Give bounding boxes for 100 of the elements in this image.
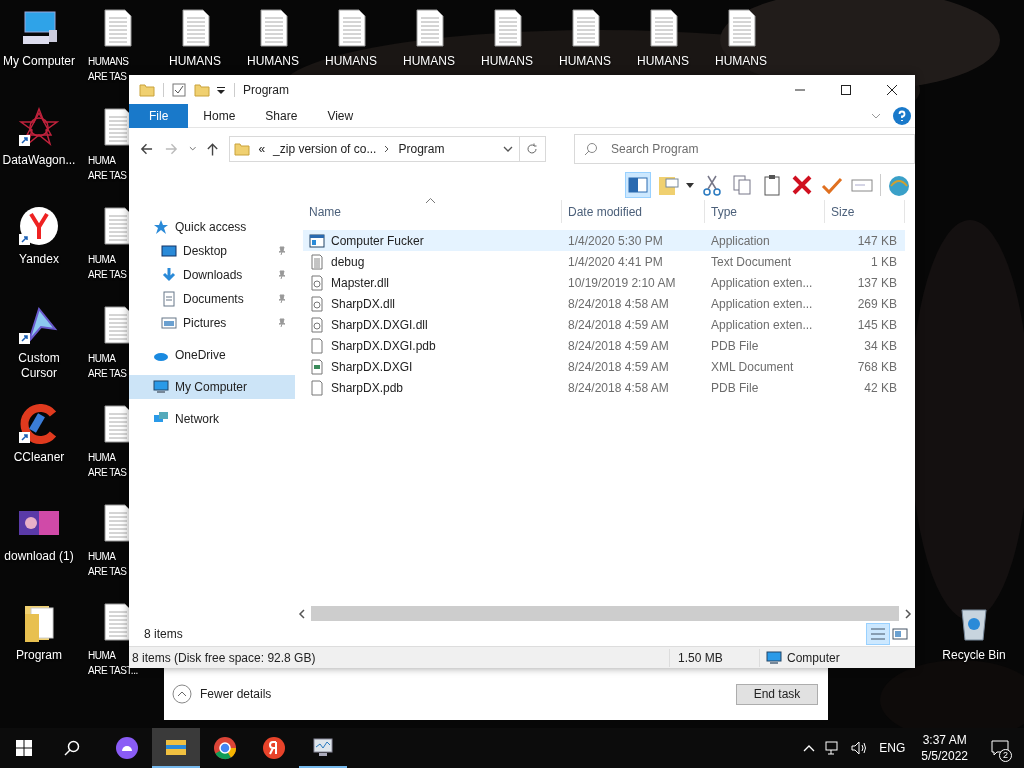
desktop-icon-label[interactable]: Custom: [18, 351, 60, 366]
nav-item[interactable]: Desktop: [129, 239, 295, 263]
desktop-icon-label[interactable]: HUMANS: [481, 54, 533, 69]
desktop-icon-label[interactable]: HUMANS: [403, 54, 455, 69]
ribbon-tab[interactable]: Share: [250, 103, 313, 128]
ribbon-tab[interactable]: Home: [188, 103, 251, 128]
desktop-icon-label[interactable]: download (1): [4, 549, 74, 564]
language-indicator[interactable]: ENG: [879, 739, 906, 757]
dropdown-icon[interactable]: [216, 84, 226, 95]
globe-icon[interactable]: [887, 173, 911, 197]
column-header[interactable]: Name: [303, 200, 562, 223]
desktop-icon-label[interactable]: Recycle Bin: [942, 648, 1006, 663]
file-row[interactable]: SharpDX.DXGI.dll 8/24/2018 4:59 AM Application exten... 145 KB: [303, 314, 905, 335]
search-field[interactable]: Search Program: [574, 134, 915, 164]
type-cell-text: Application: [710, 232, 771, 250]
file-name: SharpDX.DXGI.dll: [331, 316, 428, 334]
desktop-icon-label[interactable]: HUMANS: [325, 54, 377, 69]
desktop-icon-label[interactable]: HUMA: [88, 252, 116, 267]
nav-item[interactable]: Documents: [129, 287, 295, 311]
chevron-icon[interactable]: [871, 111, 881, 120]
fewer-details-link[interactable]: Fewer details: [200, 685, 736, 703]
overflow-chevron[interactable]: «: [258, 140, 266, 158]
column-header[interactable]: Type: [705, 200, 825, 223]
clock[interactable]: 3:37 AM 5/5/2022: [921, 732, 968, 764]
breadcrumb[interactable]: Program: [398, 140, 445, 158]
desktop-icon-label[interactable]: CCleaner: [13, 450, 65, 465]
preview-pane-icon[interactable]: [626, 173, 650, 197]
address-bar[interactable]: « _zip version of co... Program: [229, 136, 520, 162]
nav-item[interactable]: OneDrive: [129, 343, 295, 367]
time-text: 3:37 AM: [922, 732, 967, 748]
folder-icon: [234, 141, 251, 157]
desktop-icon-label[interactable]: Yandex: [19, 252, 59, 267]
desktop-icon-label[interactable]: HUMA: [88, 153, 116, 168]
desktop-icon-label[interactable]: ARE TAS: [88, 168, 127, 183]
recent-icon[interactable]: [188, 146, 197, 152]
ribbon-tab[interactable]: View: [312, 103, 369, 128]
file-row[interactable]: Mapster.dll 10/19/2019 2:10 AM Application exten... 137 KB: [303, 272, 905, 293]
help-icon[interactable]: [893, 106, 911, 125]
desktop-icon-label[interactable]: My Computer: [3, 54, 75, 69]
collapse-icon[interactable]: [172, 684, 192, 704]
desktop-icon-label[interactable]: HUMA: [88, 549, 116, 564]
chevron-up-icon[interactable]: [803, 744, 816, 752]
pin-icon[interactable]: [277, 318, 287, 328]
pin-icon[interactable]: [277, 270, 287, 280]
desktop-icon-label[interactable]: HUMANS: [169, 54, 221, 69]
desktop-icon-label[interactable]: HUMA: [88, 648, 116, 663]
type-cell-text: PDB File: [710, 379, 760, 397]
nav-item[interactable]: Downloads: [129, 263, 295, 287]
date-cell-text: 8/24/2018 4:59 AM: [567, 337, 670, 355]
cut-icon[interactable]: [700, 173, 724, 197]
desktop-icon-label[interactable]: Program: [16, 648, 62, 663]
desktop-icon-label[interactable]: HUMANS: [637, 54, 689, 69]
nav-item[interactable]: Pictures: [129, 311, 295, 335]
assistant-icon: [115, 736, 139, 760]
desktop-icon-label[interactable]: ARE TAS: [88, 69, 127, 84]
nav-item[interactable]: Quick access: [129, 215, 295, 239]
file-row[interactable]: SharpDX.pdb 8/24/2018 4:58 AM PDB File 42 KB: [303, 377, 905, 398]
back-icon[interactable]: [139, 141, 154, 157]
notifications-button[interactable]: 2: [976, 728, 1024, 768]
notification-badge: 2: [999, 749, 1012, 762]
column-header[interactable]: Size: [825, 200, 905, 223]
properties-icon[interactable]: [172, 82, 186, 97]
desktop-icon-label[interactable]: HUMANS: [715, 54, 767, 69]
file-row[interactable]: debug 1/4/2020 4:41 PM Text Document 1 KB: [303, 251, 905, 272]
file-row[interactable]: SharpDX.dll 8/24/2018 4:58 AM Application exten... 269 KB: [303, 293, 905, 314]
horizontal-scrollbar[interactable]: [311, 606, 899, 621]
nav-item[interactable]: My Computer: [129, 375, 295, 399]
desktop-icon-label[interactable]: ARE TAS: [88, 465, 127, 480]
pin-icon[interactable]: [277, 246, 287, 256]
desktop-icon: [161, 243, 177, 259]
file-row[interactable]: SharpDX.DXGI.pdb 8/24/2018 4:59 AM PDB File 34 KB: [303, 335, 905, 356]
separator-icon: [384, 145, 391, 153]
nav-item[interactable]: Network: [129, 407, 295, 431]
chrome-icon: [213, 736, 237, 760]
up-icon[interactable]: [206, 141, 220, 157]
dropdown-icon[interactable]: [686, 182, 694, 188]
desktop-icon-label[interactable]: HUMANS: [247, 54, 299, 69]
file-row[interactable]: SharpDX.DXGI 8/24/2018 4:59 AM XML Document 768 KB: [303, 356, 905, 377]
desktop-icon-label[interactable]: HUMA: [88, 351, 116, 366]
delete-icon[interactable]: [790, 173, 814, 197]
taskbar-app[interactable]: [152, 728, 200, 768]
size-cell-text: 34 KB: [863, 337, 898, 355]
desktop-icon-label[interactable]: ARE TAS: [88, 366, 127, 381]
pin-icon[interactable]: [277, 294, 287, 304]
search-icon: [64, 740, 80, 756]
desktop-icon-label[interactable]: DataWagon...: [2, 153, 76, 168]
dropdown-icon[interactable]: [502, 146, 513, 152]
window-title: Program: [243, 81, 289, 99]
file-icon: [309, 316, 325, 333]
ribbon-tab[interactable]: File: [129, 103, 189, 128]
desktop-icon-label[interactable]: HUMA: [88, 450, 116, 465]
desktop-icon-label[interactable]: Cursor: [21, 366, 57, 381]
end-task-button[interactable]: End task: [736, 683, 818, 705]
desktop-icon-label[interactable]: ARE TAS: [88, 267, 127, 282]
column-header[interactable]: Date modified: [562, 200, 705, 223]
file-row[interactable]: Computer Fucker 1/4/2020 5:30 PM Application 147 KB: [303, 230, 905, 251]
breadcrumb[interactable]: _zip version of co...: [273, 140, 377, 158]
desktop-icon-label[interactable]: ARE TAS: [88, 564, 127, 579]
desktop-icon-label[interactable]: HUMANS: [559, 54, 611, 69]
desktop-icon-label[interactable]: HUMANS: [88, 54, 129, 69]
